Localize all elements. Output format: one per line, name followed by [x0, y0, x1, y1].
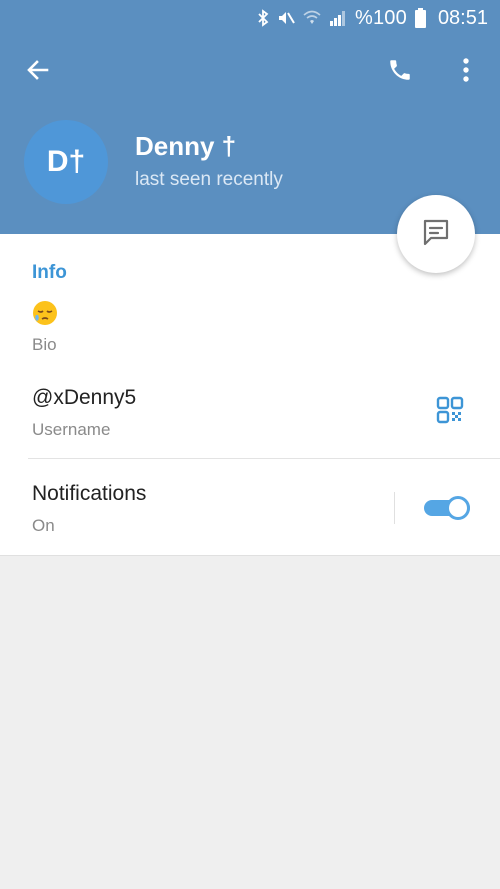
call-button[interactable] — [378, 50, 422, 94]
wifi-icon — [303, 9, 321, 27]
signal-icon — [329, 9, 347, 27]
arrow-back-icon — [25, 57, 51, 88]
toggle-thumb — [446, 496, 470, 520]
qr-code-icon — [436, 396, 464, 429]
more-options-button[interactable] — [444, 50, 488, 94]
info-section-title: Info — [32, 262, 67, 283]
bio-label: Bio — [32, 335, 57, 354]
bio-emoji: 😪 — [32, 300, 58, 326]
bluetooth-icon — [257, 9, 269, 27]
more-vert-icon — [462, 57, 470, 88]
notifications-value: On — [32, 516, 55, 535]
username-value: @xDenny5 — [32, 386, 137, 409]
info-section: Info 😪 Bio @xDenny5 Username — [0, 234, 500, 556]
battery-icon — [414, 8, 426, 28]
notifications-label: Notifications — [32, 482, 147, 505]
divider — [28, 458, 500, 459]
last-seen-status: last seen recently — [135, 169, 283, 190]
message-icon — [419, 215, 453, 254]
vertical-separator — [394, 492, 395, 524]
back-button[interactable] — [16, 50, 60, 94]
status-icons: %100 08:51 — [257, 6, 488, 30]
battery-percent: %100 — [354, 6, 407, 29]
notifications-toggle[interactable] — [424, 496, 472, 520]
qr-code-button[interactable] — [430, 392, 470, 432]
mute-icon — [277, 9, 295, 27]
send-message-button[interactable] — [397, 195, 475, 273]
username-label: Username — [32, 420, 111, 439]
profile-name: Denny † — [135, 131, 237, 161]
clock: 08:51 — [437, 6, 488, 29]
phone-icon — [387, 57, 413, 88]
status-bar: %100 08:51 — [0, 0, 500, 36]
sleepy-face-icon — [33, 301, 57, 325]
avatar[interactable]: D† — [24, 120, 108, 204]
